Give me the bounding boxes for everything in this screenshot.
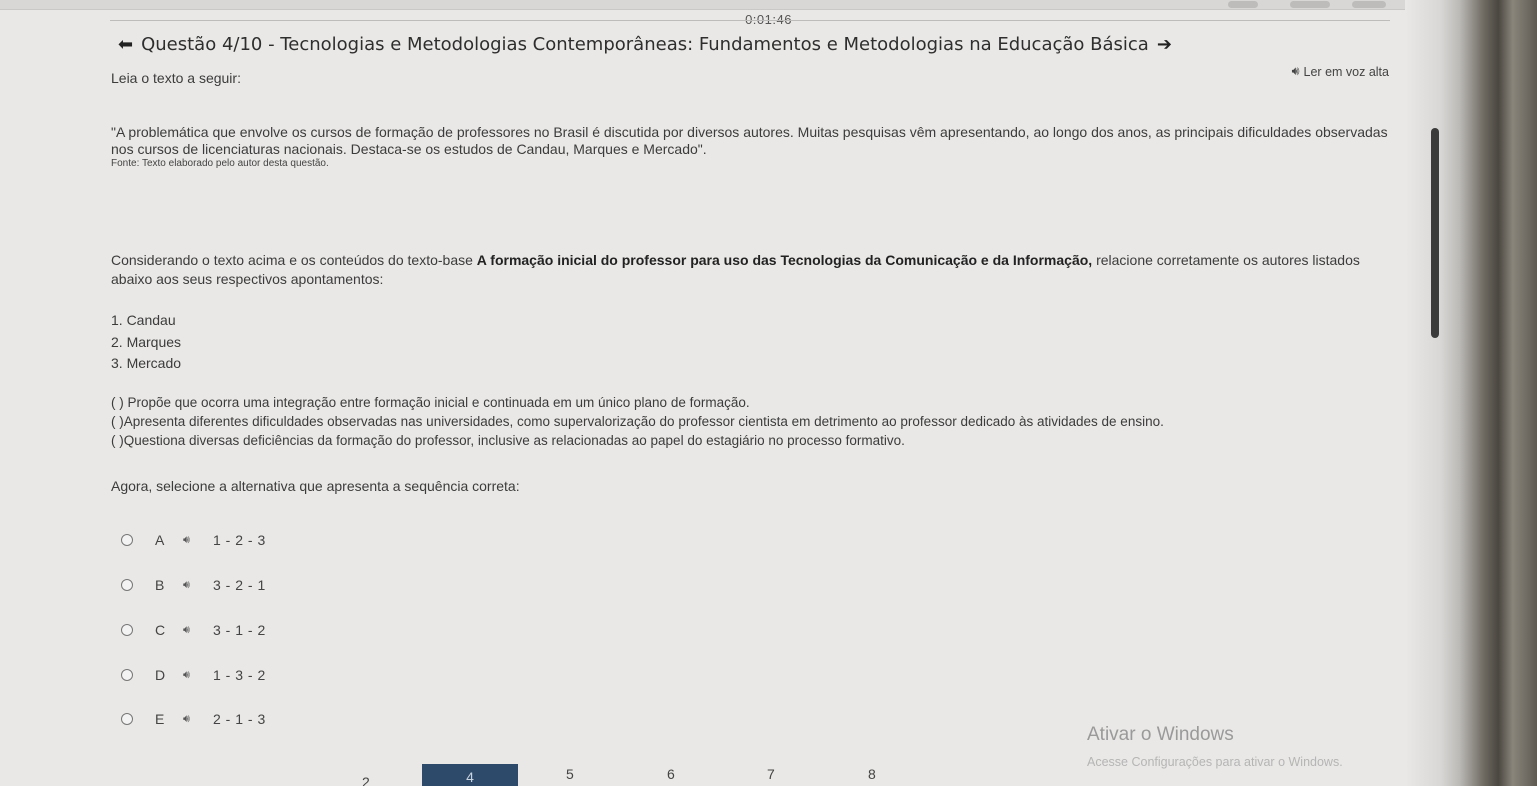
option-b[interactable]: B 🔊︎ 3 - 2 - 1 [121, 575, 266, 595]
top-bar-segment [1352, 1, 1386, 8]
question-source: Fonte: Texto elaborado pelo autor desta … [111, 158, 329, 169]
author-item: 1. Candau [111, 312, 176, 328]
option-a[interactable]: A 🔊︎ 1 - 2 - 3 [121, 530, 266, 550]
option-value: 1 - 3 - 2 [213, 667, 266, 683]
option-letter: D [155, 667, 166, 683]
nav-question-7[interactable]: 7 [767, 766, 775, 782]
statement-item: ( ) Propõe que ocorra uma integração ent… [111, 395, 750, 410]
option-letter: B [155, 577, 165, 593]
speaker-icon[interactable]: 🔊︎ [183, 579, 203, 592]
windows-activation-subtitle: Acesse Configurações para ativar o Windo… [1087, 755, 1343, 769]
top-bar-segment [1228, 1, 1258, 8]
question-header: ⬅ Questão 4/10 - Tecnologias e Metodolog… [118, 34, 1172, 55]
speaker-icon[interactable]: 🔊︎ [183, 624, 203, 637]
speaker-icon[interactable]: 🔊︎ [183, 713, 203, 726]
statement-item: ( )Questiona diversas deficiências da fo… [111, 433, 905, 448]
radio-button[interactable] [121, 624, 133, 636]
question-quote: "A problemática que envolve os cursos de… [111, 124, 1388, 157]
read-aloud-label: Ler em voz alta [1303, 64, 1389, 79]
statement-item: ( )Apresenta diferentes dificuldades obs… [111, 414, 1164, 429]
option-c[interactable]: C 🔊︎ 3 - 1 - 2 [121, 620, 266, 640]
timer-divider [110, 20, 1390, 21]
author-item: 2. Marques [111, 333, 182, 350]
nav-question-current[interactable]: 4 [422, 764, 518, 786]
radio-button[interactable] [121, 669, 133, 681]
author-item: 3. Mercado [111, 355, 182, 371]
option-value: 3 - 2 - 1 [213, 577, 266, 593]
windows-activation-title: Ativar o Windows [1087, 724, 1234, 745]
question-instructions: Considerando o texto acima e os conteúdo… [111, 251, 1401, 289]
question-prompt: Agora, selecione a alternativa que apres… [111, 478, 520, 494]
question-title: Questão 4/10 - Tecnologias e Metodologia… [141, 34, 1149, 55]
option-letter: E [155, 711, 165, 727]
nav-question-5[interactable]: 5 [566, 766, 574, 782]
arrow-right-icon[interactable]: ➔ [1157, 34, 1172, 55]
option-d[interactable]: D 🔊︎ 1 - 3 - 2 [121, 665, 266, 685]
screen-bezel [1405, 0, 1445, 786]
top-bar-segment [1290, 1, 1330, 8]
question-lead: Leia o texto a seguir: [111, 70, 241, 86]
authors-list: 1. Candau 2. Marques 3. Mercado [111, 310, 181, 375]
scrollbar[interactable] [1431, 128, 1439, 338]
nav-question-2[interactable]: 2 [362, 774, 370, 786]
read-aloud-button[interactable]: 🔊︎ Ler em voz alta [1292, 64, 1389, 79]
option-value: 3 - 1 - 2 [213, 622, 266, 638]
option-value: 1 - 2 - 3 [213, 532, 266, 548]
instructions-bold-text: A formação inicial do professor para uso… [476, 252, 1093, 268]
option-value: 2 - 1 - 3 [213, 711, 266, 727]
question-navigation: 2 4 5 6 7 8 [0, 762, 1060, 786]
option-e[interactable]: E 🔊︎ 2 - 1 - 3 [121, 709, 266, 729]
arrow-left-icon[interactable]: ⬅ [118, 34, 133, 55]
nav-question-6[interactable]: 6 [667, 766, 675, 782]
speaker-icon[interactable]: 🔊︎ [183, 669, 203, 682]
radio-button[interactable] [121, 579, 133, 591]
statements-list: ( ) Propõe que ocorra uma integração ent… [111, 393, 1164, 450]
radio-button[interactable] [121, 713, 133, 725]
browser-top-bar [0, 0, 1420, 10]
speaker-icon[interactable]: 🔊︎ [183, 534, 203, 547]
background-edge [1440, 0, 1537, 786]
speaker-icon: 🔊︎ [1291, 64, 1300, 78]
radio-button[interactable] [121, 534, 133, 546]
nav-question-8[interactable]: 8 [868, 766, 876, 782]
option-letter: A [155, 532, 165, 548]
option-letter: C [155, 622, 166, 638]
instructions-text: Considerando o texto acima e os conteúdo… [111, 252, 477, 268]
